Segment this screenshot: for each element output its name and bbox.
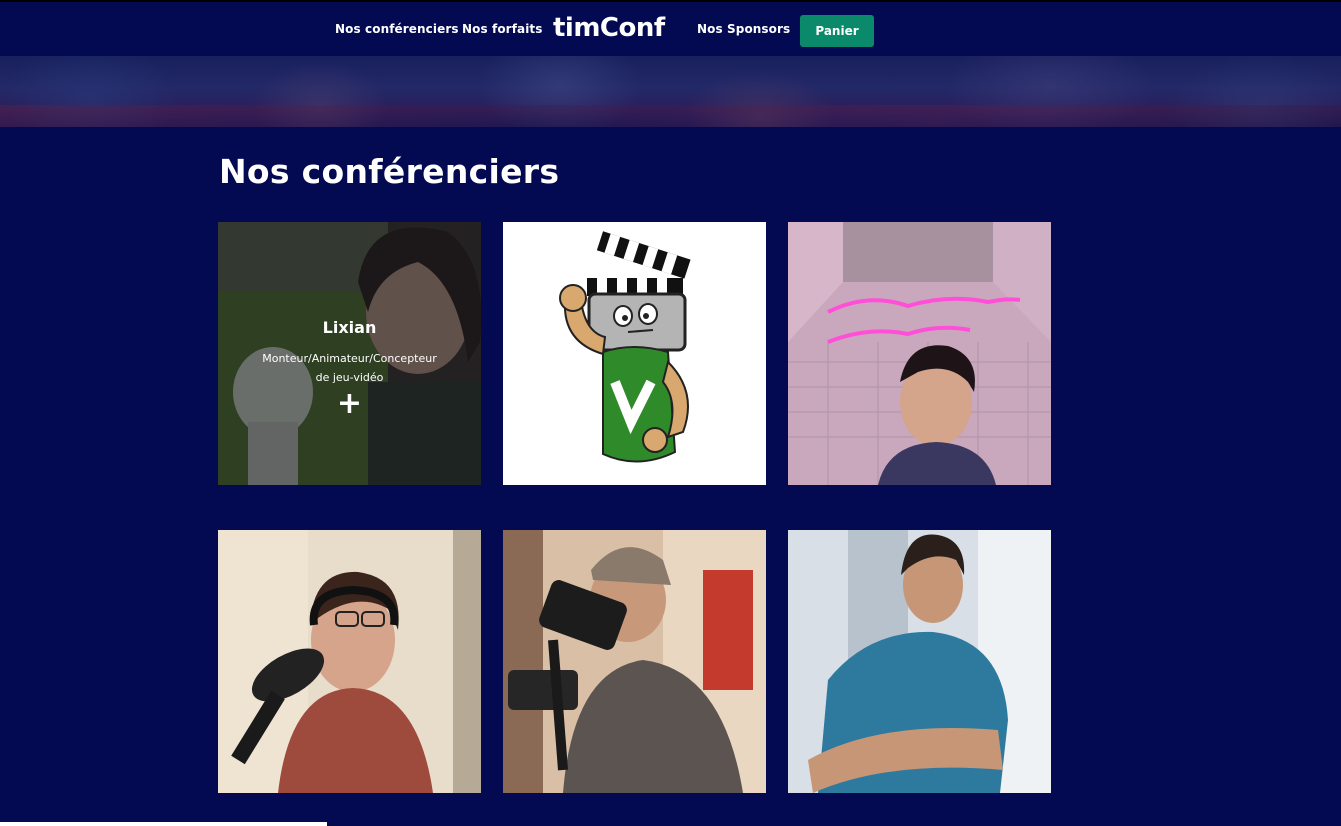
speaker-photo-cameraman: [503, 530, 766, 793]
hero-banner-image: [0, 56, 1341, 127]
top-navigation: Nos conférenciers Nos forfaits timConf N…: [0, 0, 1341, 56]
speaker-card-smiling[interactable]: [788, 530, 1051, 793]
hero-banner-shade: [0, 105, 1341, 127]
speaker-photo-podcaster: [218, 530, 481, 793]
speaker-card-mascot[interactable]: [503, 222, 766, 485]
speaker-name: Lixian: [322, 318, 377, 337]
scroll-progress-bar: [0, 822, 327, 826]
speaker-photo-mascot: [503, 222, 766, 485]
cart-button[interactable]: Panier: [800, 15, 874, 47]
speaker-card-cameraman[interactable]: [503, 530, 766, 793]
speaker-photo-smiling: [788, 530, 1051, 793]
brand-logo[interactable]: timConf: [553, 13, 665, 43]
nav-link-speakers[interactable]: Nos conférenciers: [335, 22, 459, 36]
page-title: Nos conférenciers: [219, 152, 560, 191]
speaker-card-overlay: Lixian Monteur/Animateur/Concepteur de j…: [218, 222, 481, 485]
speaker-role: Monteur/Animateur/Concepteur de jeu-vidé…: [262, 352, 437, 384]
page: Nos conférenciers Nos forfaits timConf N…: [0, 0, 1341, 826]
speaker-photo-neon: [788, 222, 1051, 485]
nav-link-sponsors[interactable]: Nos Sponsors: [697, 22, 790, 36]
speaker-card-lixian[interactable]: Lixian Monteur/Animateur/Concepteur de j…: [218, 222, 481, 485]
plus-icon[interactable]: +: [337, 389, 362, 419]
speaker-card-podcaster[interactable]: [218, 530, 481, 793]
nav-link-plans[interactable]: Nos forfaits: [462, 22, 543, 36]
speaker-card-neon[interactable]: [788, 222, 1051, 485]
